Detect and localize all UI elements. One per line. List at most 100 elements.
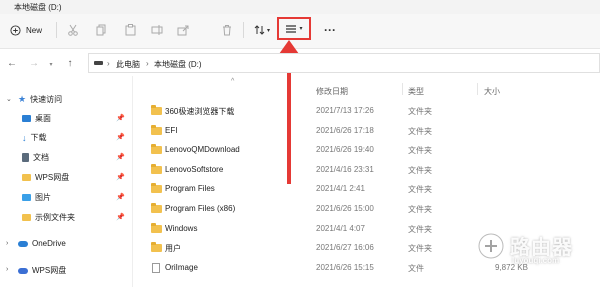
sort-arrows-icon (254, 25, 265, 35)
column-header-type[interactable]: 类型 (408, 86, 424, 97)
column-header-date[interactable]: 修改日期 (316, 86, 348, 97)
watermark-subtext: luyouqi.com (512, 256, 560, 265)
up-button[interactable]: ↑ (64, 57, 76, 69)
file-type: 文件夹 (408, 244, 432, 253)
trash-icon (223, 25, 231, 36)
sort-button[interactable]: ▾ (251, 22, 273, 38)
share-icon (177, 25, 189, 36)
file-date: 2021/6/26 15:00 (316, 204, 374, 213)
sidebar-item-label: 桌面 (35, 114, 51, 123)
folder-icon (151, 223, 162, 233)
sidebar-item-desktop[interactable]: 桌面 (22, 113, 51, 124)
folder-icon (151, 105, 162, 115)
document-icon (22, 153, 29, 162)
file-icon (152, 263, 160, 273)
file-name: Program Files (165, 184, 215, 193)
file-date: 2021/6/26 15:15 (316, 263, 374, 272)
pin-icon: 📌 (116, 115, 125, 122)
rename-icon (151, 25, 163, 35)
file-name: Windows (165, 224, 198, 233)
rename-button[interactable] (150, 22, 164, 38)
file-name: 360极速浏览器下载 (165, 107, 235, 116)
recent-locations-button[interactable]: ▾ (46, 59, 56, 69)
chevron-right-icon[interactable]: › (6, 240, 8, 247)
sidebar-item-label: 快速访问 (30, 95, 63, 104)
desktop-icon (22, 115, 31, 122)
file-type: 文件夹 (408, 127, 432, 136)
sidebar-item-downloads[interactable]: ↓ 下载 (22, 132, 47, 143)
delete-button[interactable] (220, 22, 234, 38)
share-button[interactable] (176, 22, 190, 38)
sidebar-item-onedrive[interactable]: OneDrive (18, 239, 66, 248)
folder-icon (151, 144, 162, 154)
watermark-logo: 路由器 luyouqi.com (472, 225, 600, 275)
sidebar-item-quick-access[interactable]: ★ 快速访问 (18, 94, 62, 105)
sidebar-item-label: 下载 (30, 133, 47, 142)
pin-icon: 📌 (116, 214, 125, 221)
sidebar-item-pictures[interactable]: 图片 (22, 192, 51, 203)
breadcrumb-this-pc[interactable]: 此电脑 (116, 59, 140, 70)
file-date: 2021/6/27 16:06 (316, 243, 374, 252)
column-divider (477, 83, 478, 95)
sidebar-item-documents[interactable]: 文档 (22, 152, 49, 163)
sidebar-item-example-folder[interactable]: 示例文件夹 (22, 212, 75, 223)
sidebar-item-wps-drive[interactable]: WPS网盘 (22, 172, 69, 183)
back-button[interactable]: ← (6, 57, 18, 69)
arrow-left-icon: ← (7, 57, 17, 69)
pin-icon: 📌 (116, 134, 125, 141)
chevron-right-icon[interactable]: › (6, 266, 8, 273)
list-view-icon (286, 24, 297, 33)
pin-icon: 📌 (116, 174, 125, 181)
sidebar-item-label: WPS网盘 (35, 173, 70, 182)
breadcrumb-separator: › (146, 59, 149, 68)
toolbar-separator (56, 22, 57, 38)
folder-icon (151, 125, 162, 135)
breadcrumb-drive[interactable]: 本地磁盘 (D:) (154, 59, 202, 70)
window-title: 本地磁盘 (D:) (14, 3, 62, 12)
file-type: 文件 (408, 264, 424, 273)
scissors-icon (68, 24, 78, 36)
sidebar-item-label: WPS网盘 (32, 266, 67, 275)
file-date: 2021/4/16 23:31 (316, 165, 374, 174)
file-type: 文件夹 (408, 146, 432, 155)
folder-icon (22, 214, 31, 221)
sidebar-item-label: 图片 (35, 193, 51, 202)
sidebar-item-wps[interactable]: WPS网盘 (18, 265, 66, 276)
file-name: Program Files (x86) (165, 204, 236, 213)
file-date: 2021/4/1 2:41 (316, 184, 365, 193)
clipboard-icon (125, 24, 135, 36)
star-icon: ★ (18, 94, 27, 104)
file-type: 文件夹 (408, 107, 432, 116)
view-button[interactable]: ▾ (281, 21, 307, 36)
new-button[interactable]: New (10, 22, 42, 38)
forward-button[interactable]: → (28, 57, 40, 69)
paste-button[interactable] (123, 22, 137, 38)
toolbar-separator (243, 22, 244, 38)
copy-button[interactable] (94, 22, 108, 38)
file-name: 用户 (165, 244, 181, 253)
column-header-size[interactable]: 大小 (484, 86, 500, 97)
title-bar (0, 0, 600, 14)
file-type: 文件夹 (408, 225, 432, 234)
drive-icon (94, 60, 104, 66)
more-dots-icon: ··· (324, 23, 336, 37)
file-date: 2021/4/1 4:07 (316, 224, 365, 233)
breadcrumb-separator: › (107, 59, 110, 68)
folder-icon (151, 164, 162, 174)
new-label: New (26, 25, 43, 35)
folder-icon (151, 242, 162, 252)
cut-button[interactable] (66, 22, 80, 38)
folder-icon (151, 183, 162, 193)
sidebar-item-label: 文档 (33, 153, 49, 162)
sidebar-item-label: 示例文件夹 (35, 213, 75, 222)
more-options-button[interactable]: ··· (322, 22, 338, 38)
cloud-icon (18, 240, 28, 247)
router-logo-icon (478, 233, 504, 259)
arrow-up-icon: ↑ (67, 57, 73, 69)
plus-circle-icon (10, 24, 21, 36)
file-name: EFI (165, 126, 178, 135)
file-name: OriImage (165, 263, 198, 272)
pin-icon: 📌 (116, 154, 125, 161)
chevron-down-icon[interactable]: ⌄ (6, 95, 12, 103)
file-date: 2021/7/13 17:26 (316, 106, 374, 115)
